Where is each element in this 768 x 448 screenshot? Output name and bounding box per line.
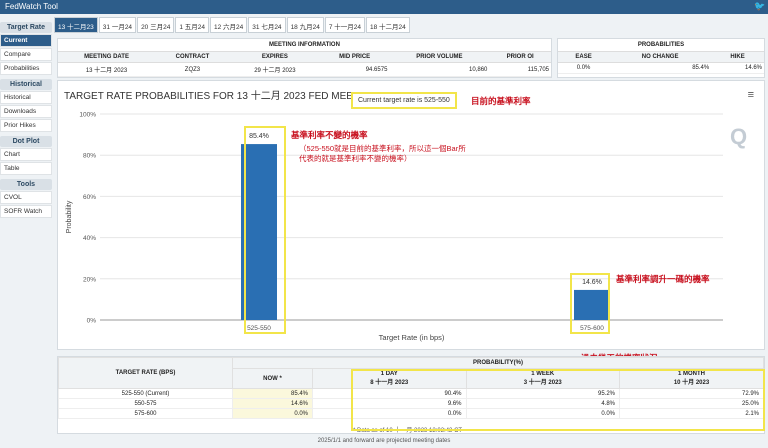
highlight-box-unchanged bbox=[244, 126, 286, 334]
x-axis-label: Target Rate (in bps) bbox=[379, 333, 445, 342]
tab-meeting[interactable]: 20 三月24 bbox=[137, 17, 175, 33]
chart-svg: Q 0%20%40%60%80%100%85.4%525-55014.6%575… bbox=[66, 112, 747, 343]
col-header: PRIOR VOLUME bbox=[389, 52, 490, 63]
col-header: NO CHANGE bbox=[609, 52, 712, 63]
rate-cell: 575-600 bbox=[58, 408, 233, 419]
col-header: MID PRICE bbox=[319, 52, 390, 63]
sidebar: Target Rate Current Compare Probabilitie… bbox=[0, 18, 52, 218]
twitter-icon[interactable]: 🐦 bbox=[754, 1, 765, 11]
sidebar-group-tools: Tools bbox=[0, 179, 52, 190]
tab-meeting[interactable]: 12 六月24 bbox=[210, 17, 248, 33]
now-cell: 0.0% bbox=[232, 408, 313, 419]
mid-price: 94.6575 bbox=[319, 62, 390, 77]
projected-dates-note: 2025/1/1 and forward are projected meeti… bbox=[317, 438, 451, 444]
tab-meeting[interactable]: 18 九月24 bbox=[286, 17, 324, 33]
sidebar-group-dot-plot: Dot Plot bbox=[0, 136, 52, 147]
sidebar-group-historical: Historical bbox=[0, 79, 52, 90]
now-header: NOW * bbox=[232, 368, 313, 389]
now-cell: 85.4% bbox=[232, 388, 313, 399]
app-title-bar: FedWatch Tool 🐦 bbox=[0, 0, 768, 14]
col-header: HIKE bbox=[711, 52, 764, 63]
expires: 29 十二月 2023 bbox=[229, 62, 320, 77]
tab-meeting[interactable]: 31 七月24 bbox=[248, 17, 286, 33]
sidebar-item-chart[interactable]: Chart bbox=[0, 148, 52, 161]
sidebar-item-current[interactable]: Current bbox=[0, 34, 52, 47]
col-header: EXPIRES bbox=[229, 52, 320, 63]
tab-meeting[interactable]: 13 十二月23 bbox=[54, 17, 98, 33]
app-title: FedWatch Tool bbox=[5, 2, 58, 11]
sidebar-item-compare[interactable]: Compare bbox=[0, 48, 52, 61]
rate-cell: 550-575 bbox=[58, 398, 233, 409]
meeting-tabs: 13 十二月23 31 一月24 20 三月24 1 五月24 12 六月24 … bbox=[54, 17, 411, 33]
col-header: MEETING DATE bbox=[58, 52, 156, 63]
sidebar-item-cvol[interactable]: CVOL bbox=[0, 191, 52, 204]
highlight-box-history bbox=[351, 369, 765, 431]
sidebar-item-probabilities[interactable]: Probabilities bbox=[0, 62, 52, 75]
sidebar-item-table[interactable]: Table bbox=[0, 162, 52, 175]
sidebar-item-sofr-watch[interactable]: SOFR Watch bbox=[0, 205, 52, 218]
meeting-info-table: MEETING DATE CONTRACT EXPIRES MID PRICE … bbox=[58, 52, 551, 77]
sidebar-item-historical[interactable]: Historical bbox=[0, 91, 52, 104]
tab-meeting[interactable]: 31 一月24 bbox=[98, 17, 137, 33]
contract: ZQZ3 bbox=[155, 62, 230, 77]
highlight-box-hike bbox=[570, 273, 610, 334]
current-target-rate: Current target rate is 525-550 bbox=[351, 92, 457, 109]
annotation-unchanged-title: 基準利率不變的機率 bbox=[291, 130, 368, 140]
tab-meeting[interactable]: 1 五月24 bbox=[175, 17, 209, 33]
col-header: CONTRACT bbox=[155, 52, 230, 63]
probability-header: PROBABILITY(%) bbox=[232, 357, 764, 369]
probabilities-title: PROBABILITIES bbox=[558, 39, 764, 52]
tab-meeting[interactable]: 18 十二月24 bbox=[366, 17, 410, 33]
now-cell: 14.6% bbox=[232, 398, 313, 409]
annotation-unchanged-detail: （525-550就是目前的基準利率，所以這一個Bar所代表的就是基準利率不變的機… bbox=[299, 144, 466, 163]
y-tick-label: 80% bbox=[83, 153, 96, 160]
col-header: EASE bbox=[558, 52, 610, 63]
rate-cell: 525-550 (Current) bbox=[58, 388, 233, 399]
sidebar-item-downloads[interactable]: Downloads bbox=[0, 105, 52, 118]
ease-value: 0.0% bbox=[558, 62, 610, 74]
y-tick-label: 40% bbox=[83, 235, 96, 242]
probabilities-table: EASE NO CHANGE HIKE 0.0% 85.4% 14.6% bbox=[558, 52, 764, 74]
probabilities-panel: PROBABILITIES EASE NO CHANGE HIKE 0.0% 8… bbox=[557, 38, 765, 78]
y-tick-label: 100% bbox=[79, 112, 96, 119]
col-header: PRIOR OI bbox=[489, 52, 551, 63]
annotation-current-rate: 目前的基準利率 bbox=[471, 96, 531, 106]
tab-meeting[interactable]: 7 十一月24 bbox=[324, 17, 365, 33]
no-change-value: 85.4% bbox=[609, 62, 712, 74]
sidebar-group-target-rate: Target Rate bbox=[0, 22, 52, 33]
rate-header: TARGET RATE (BPS) bbox=[58, 357, 233, 389]
hike-value: 14.6% bbox=[711, 62, 764, 74]
chart-panel: TARGET RATE PROBABILITIES FOR 13 十二月 202… bbox=[57, 80, 765, 350]
meeting-info-title: MEETING INFORMATION bbox=[58, 39, 551, 52]
y-tick-label: 60% bbox=[83, 194, 96, 201]
meeting-date: 13 十二月 2023 bbox=[58, 62, 156, 77]
prior-volume: 10,860 bbox=[389, 62, 490, 77]
y-tick-label: 20% bbox=[83, 276, 96, 283]
annotation-hike: 基準利率調升一碼的機率 bbox=[616, 274, 710, 284]
prior-oi: 115,705 bbox=[489, 62, 551, 77]
meeting-info-panel: MEETING INFORMATION MEETING DATE CONTRAC… bbox=[57, 38, 552, 78]
y-axis-label: Probability bbox=[66, 200, 73, 233]
y-tick-label: 0% bbox=[87, 318, 97, 325]
chart-watermark: Q bbox=[730, 124, 747, 149]
sidebar-item-prior-hikes[interactable]: Prior Hikes bbox=[0, 119, 52, 132]
